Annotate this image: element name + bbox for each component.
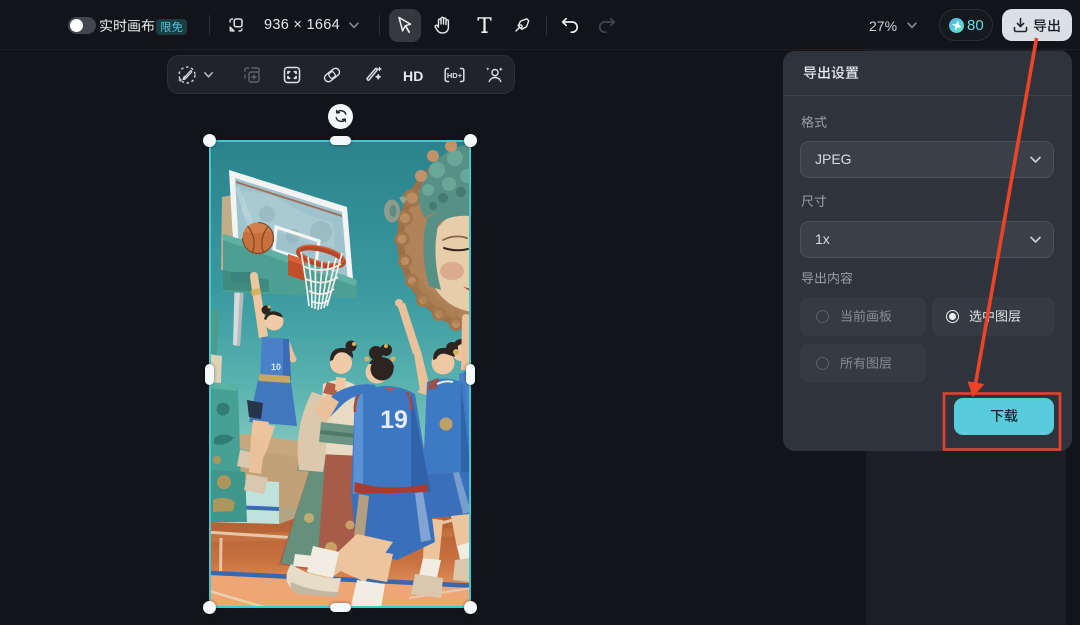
svg-text:HD+: HD+ [447, 71, 463, 80]
svg-text:10: 10 [271, 362, 281, 372]
svg-text:19: 19 [380, 406, 408, 434]
